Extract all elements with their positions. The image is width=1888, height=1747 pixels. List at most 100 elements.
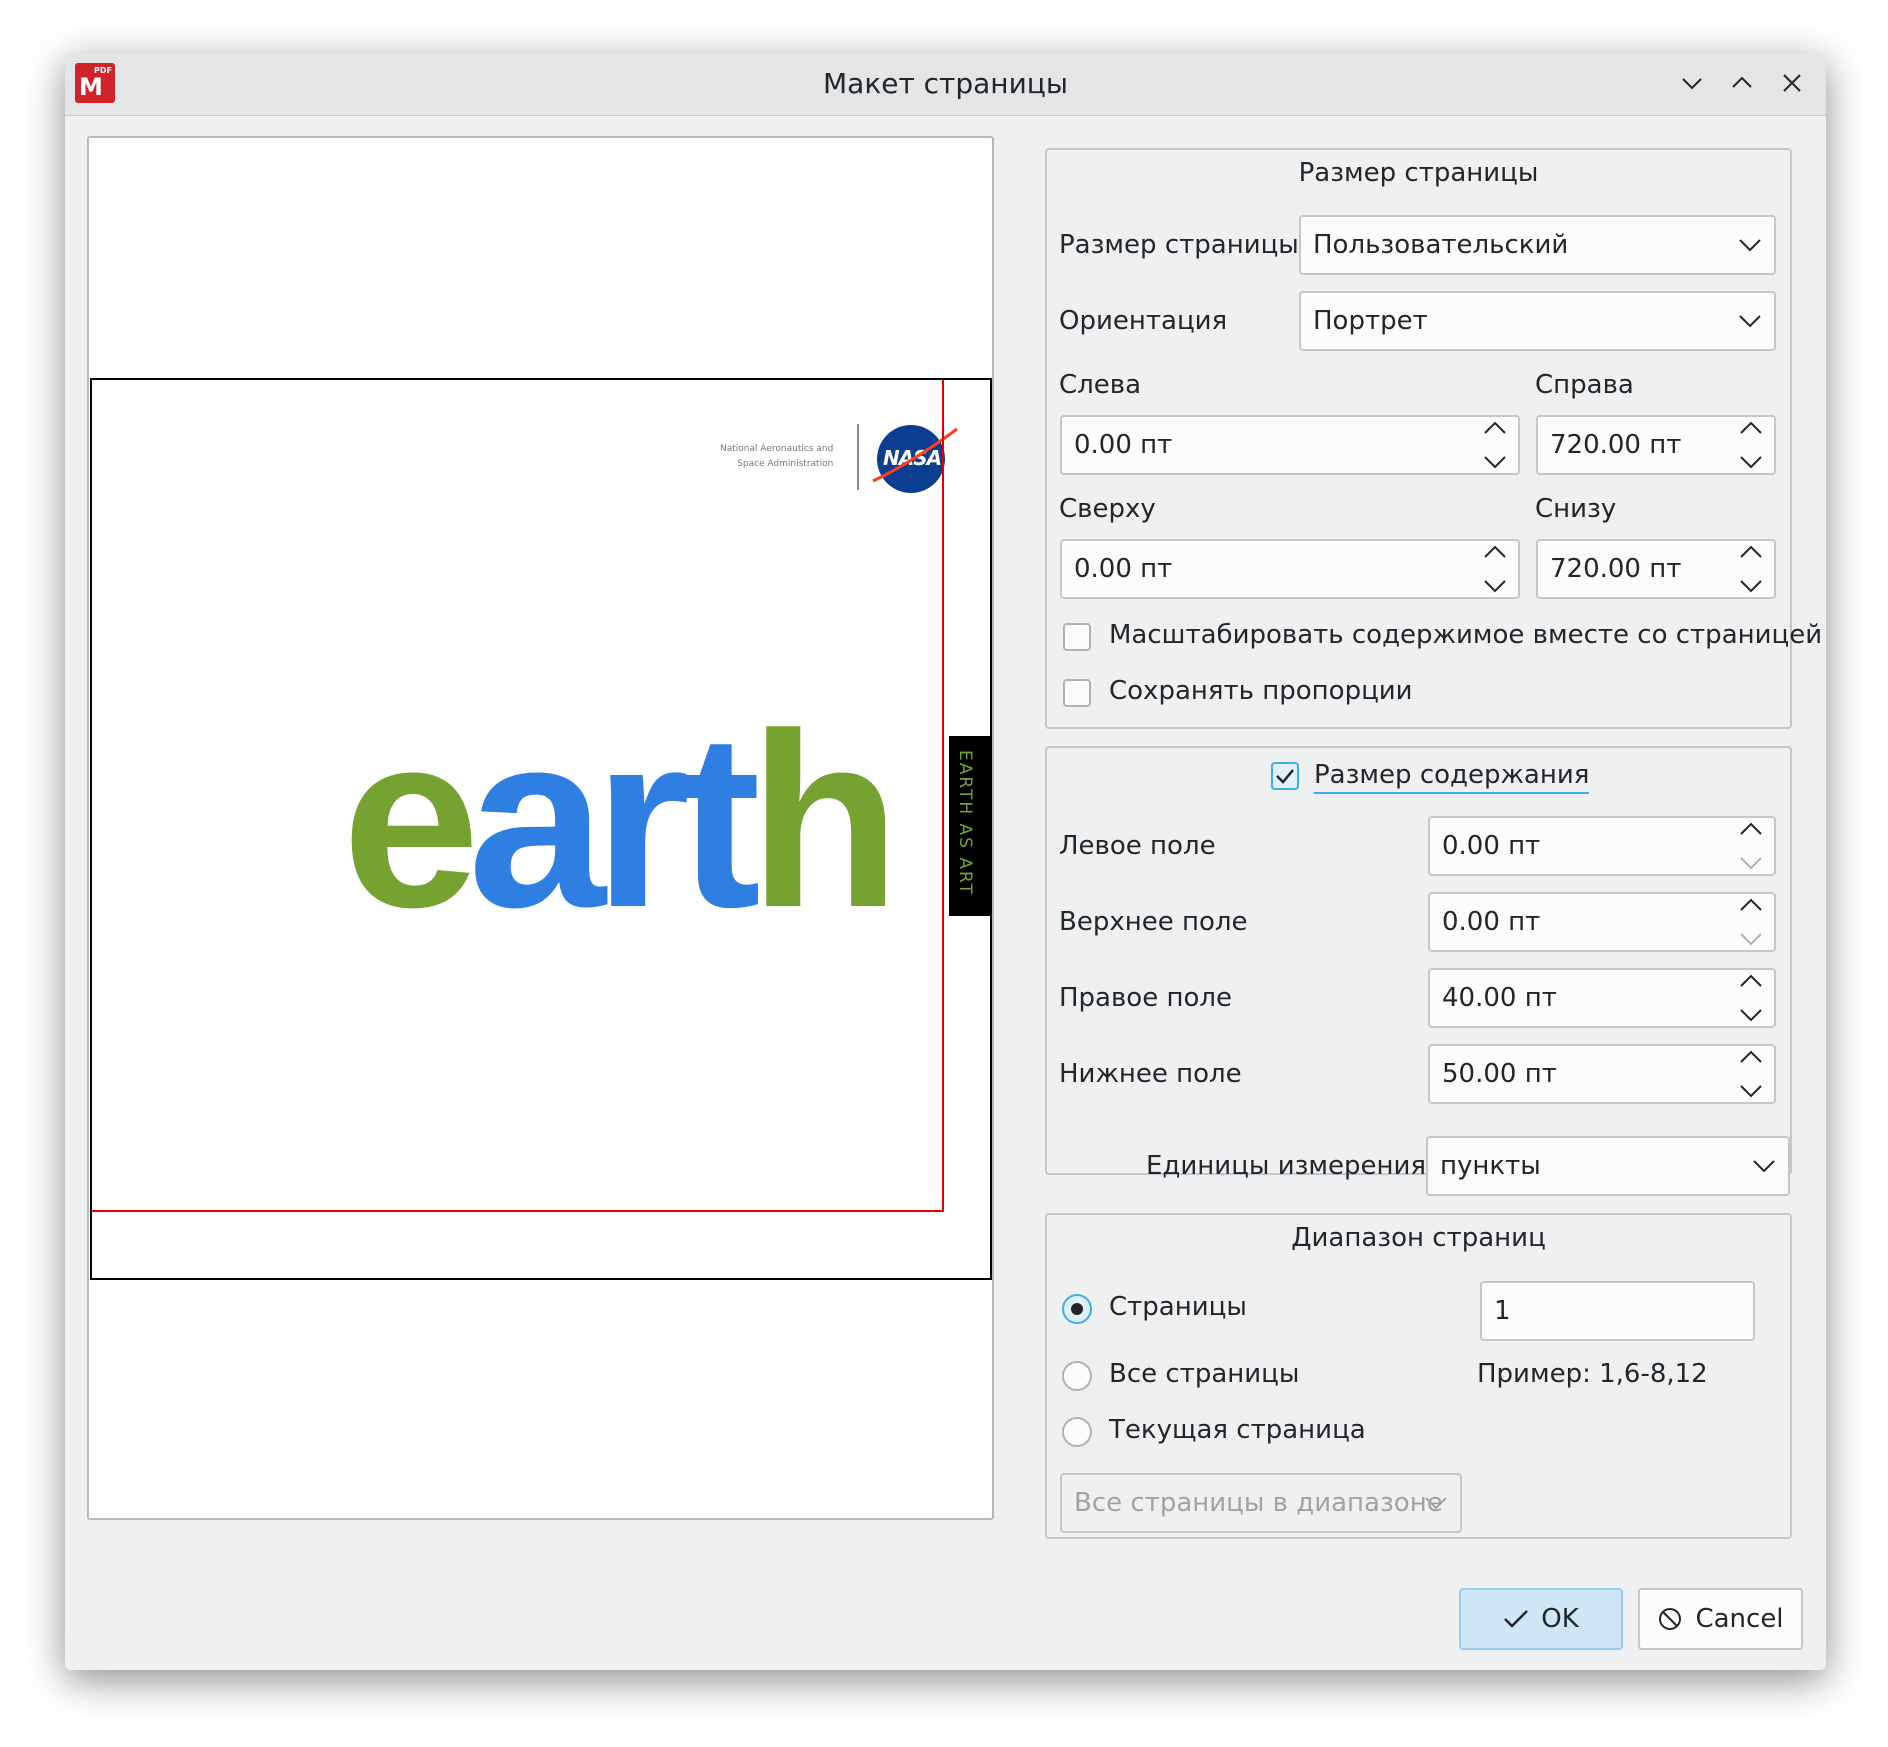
chevron-down-icon xyxy=(1753,1160,1775,1173)
left-margin-label: Левое поле xyxy=(1059,831,1216,861)
units-value: пункты xyxy=(1440,1151,1541,1181)
close-button[interactable] xyxy=(1772,63,1812,103)
chevron-up-icon xyxy=(1732,76,1752,88)
chevron-up-icon[interactable] xyxy=(1739,822,1763,836)
nasa-swoosh-icon xyxy=(872,427,958,483)
bottom-margin-value: 50.00 пт xyxy=(1442,1059,1557,1089)
content-size-title[interactable]: Размер содержания xyxy=(1314,760,1590,794)
chevron-down-icon[interactable] xyxy=(1739,455,1763,469)
pages-input-value: 1 xyxy=(1494,1296,1511,1326)
top-spin-arrows[interactable] xyxy=(1482,545,1508,593)
orientation-label: Ориентация xyxy=(1059,306,1228,336)
bottom-value: 720.00 пт xyxy=(1550,554,1682,584)
minimize-button[interactable] xyxy=(1672,63,1712,103)
page-size-combo[interactable]: Пользовательский xyxy=(1299,215,1776,275)
orientation-combo[interactable]: Портрет xyxy=(1299,291,1776,351)
bottom-label: Снизу xyxy=(1535,494,1617,524)
right-margin-line xyxy=(942,380,944,1212)
content-size-group: Размер содержания Левое поле 0.00 пт Вер… xyxy=(1045,746,1792,1175)
top-margin-spinbox[interactable]: 0.00 пт xyxy=(1428,892,1776,952)
content-size-checkbox[interactable] xyxy=(1271,762,1299,790)
pages-input[interactable]: 1 xyxy=(1480,1281,1755,1341)
close-icon xyxy=(1783,74,1801,92)
current-page-radio[interactable] xyxy=(1062,1417,1092,1447)
nasa-caption: National Aeronautics and Space Administr… xyxy=(720,442,833,472)
units-label: Единицы измерения xyxy=(1146,1151,1427,1181)
ok-button[interactable]: OK xyxy=(1459,1588,1623,1650)
scale-content-checkbox[interactable] xyxy=(1063,623,1091,651)
ok-label: OK xyxy=(1541,1604,1579,1634)
left-value: 0.00 пт xyxy=(1074,430,1173,460)
chevron-down-icon[interactable] xyxy=(1739,1008,1763,1022)
earth-wordmark: earth xyxy=(342,696,900,944)
cancel-button[interactable]: Cancel xyxy=(1638,1588,1803,1650)
page-size-label: Размер страницы xyxy=(1059,230,1299,260)
top-label: Сверху xyxy=(1059,494,1156,524)
right-value: 720.00 пт xyxy=(1550,430,1682,460)
chevron-up-icon[interactable] xyxy=(1483,421,1507,435)
chevron-down-icon[interactable] xyxy=(1739,856,1763,870)
page-preview: National Aeronautics and Space Administr… xyxy=(87,136,994,1520)
earth-as-art-tab: EARTH AS ART xyxy=(949,736,990,916)
page-size-value: Пользовательский xyxy=(1313,230,1569,260)
bottom-spinbox[interactable]: 720.00 пт xyxy=(1536,539,1776,599)
chevron-down-icon[interactable] xyxy=(1739,932,1763,946)
orientation-value: Портрет xyxy=(1313,306,1428,336)
right-label: Справа xyxy=(1535,370,1634,400)
pages-radio-label[interactable]: Страницы xyxy=(1109,1292,1247,1322)
chevron-down-icon xyxy=(1682,78,1702,90)
left-label: Слева xyxy=(1059,370,1142,400)
subset-combo[interactable]: Все страницы в диапазоне xyxy=(1060,1473,1462,1533)
right-margin-value: 40.00 пт xyxy=(1442,983,1557,1013)
chevron-down-icon xyxy=(1739,315,1761,328)
left-margin-value: 0.00 пт xyxy=(1442,831,1541,861)
maximize-button[interactable] xyxy=(1722,63,1762,103)
bottom-margin-spinbox[interactable]: 50.00 пт xyxy=(1428,1044,1776,1104)
current-page-label[interactable]: Текущая страница xyxy=(1109,1415,1366,1445)
title-bar: PDF M Макет страницы xyxy=(65,53,1826,116)
earth-as-art-text: EARTH AS ART xyxy=(955,750,975,896)
subset-value: Все страницы в диапазоне xyxy=(1074,1488,1443,1518)
right-spinbox[interactable]: 720.00 пт xyxy=(1536,415,1776,475)
chevron-up-icon[interactable] xyxy=(1739,974,1763,988)
bottom-margin-label: Нижнее поле xyxy=(1059,1059,1242,1089)
nasa-line-2: Space Administration xyxy=(737,459,834,469)
chevron-down-icon[interactable] xyxy=(1483,455,1507,469)
chevron-up-icon[interactable] xyxy=(1483,545,1507,559)
left-spinbox[interactable]: 0.00 пт xyxy=(1060,415,1520,475)
units-combo[interactable]: пункты xyxy=(1426,1136,1790,1196)
chevron-down-icon[interactable] xyxy=(1739,1084,1763,1098)
chevron-up-icon[interactable] xyxy=(1739,545,1763,559)
chevron-down-icon[interactable] xyxy=(1739,579,1763,593)
checkmark-icon xyxy=(1504,1610,1529,1628)
chevron-up-icon[interactable] xyxy=(1739,421,1763,435)
top-value: 0.00 пт xyxy=(1074,554,1173,584)
right-spin-arrows[interactable] xyxy=(1738,421,1764,469)
chevron-up-icon[interactable] xyxy=(1739,898,1763,912)
all-pages-radio[interactable] xyxy=(1062,1361,1092,1391)
scale-content-label[interactable]: Масштабировать содержимое вместе со стра… xyxy=(1109,620,1822,650)
left-margin-spin-arrows[interactable] xyxy=(1738,822,1764,870)
right-margin-spin-arrows[interactable] xyxy=(1738,974,1764,1022)
top-spinbox[interactable]: 0.00 пт xyxy=(1060,539,1520,599)
pages-radio[interactable] xyxy=(1062,1294,1092,1324)
preview-page: National Aeronautics and Space Administr… xyxy=(90,378,992,1280)
chevron-down-icon[interactable] xyxy=(1483,579,1507,593)
all-pages-label[interactable]: Все страницы xyxy=(1109,1359,1299,1389)
bottom-spin-arrows[interactable] xyxy=(1738,545,1764,593)
bottom-margin-spin-arrows[interactable] xyxy=(1738,1050,1764,1098)
nasa-divider xyxy=(857,424,859,490)
keep-ratio-label[interactable]: Сохранять пропорции xyxy=(1109,676,1413,706)
chevron-up-icon[interactable] xyxy=(1739,1050,1763,1064)
chevron-down-icon xyxy=(1425,1497,1447,1510)
page-range-example: Пример: 1,6-8,12 xyxy=(1477,1359,1708,1389)
window-title: Макет страницы xyxy=(823,67,1068,100)
left-spin-arrows[interactable] xyxy=(1482,421,1508,469)
right-margin-spinbox[interactable]: 40.00 пт xyxy=(1428,968,1776,1028)
right-margin-label: Правое поле xyxy=(1059,983,1232,1013)
nasa-line-1: National Aeronautics and xyxy=(720,444,834,454)
top-margin-spin-arrows[interactable] xyxy=(1738,898,1764,946)
checkmark-icon xyxy=(1276,769,1294,784)
keep-ratio-checkbox[interactable] xyxy=(1063,679,1091,707)
left-margin-spinbox[interactable]: 0.00 пт xyxy=(1428,816,1776,876)
